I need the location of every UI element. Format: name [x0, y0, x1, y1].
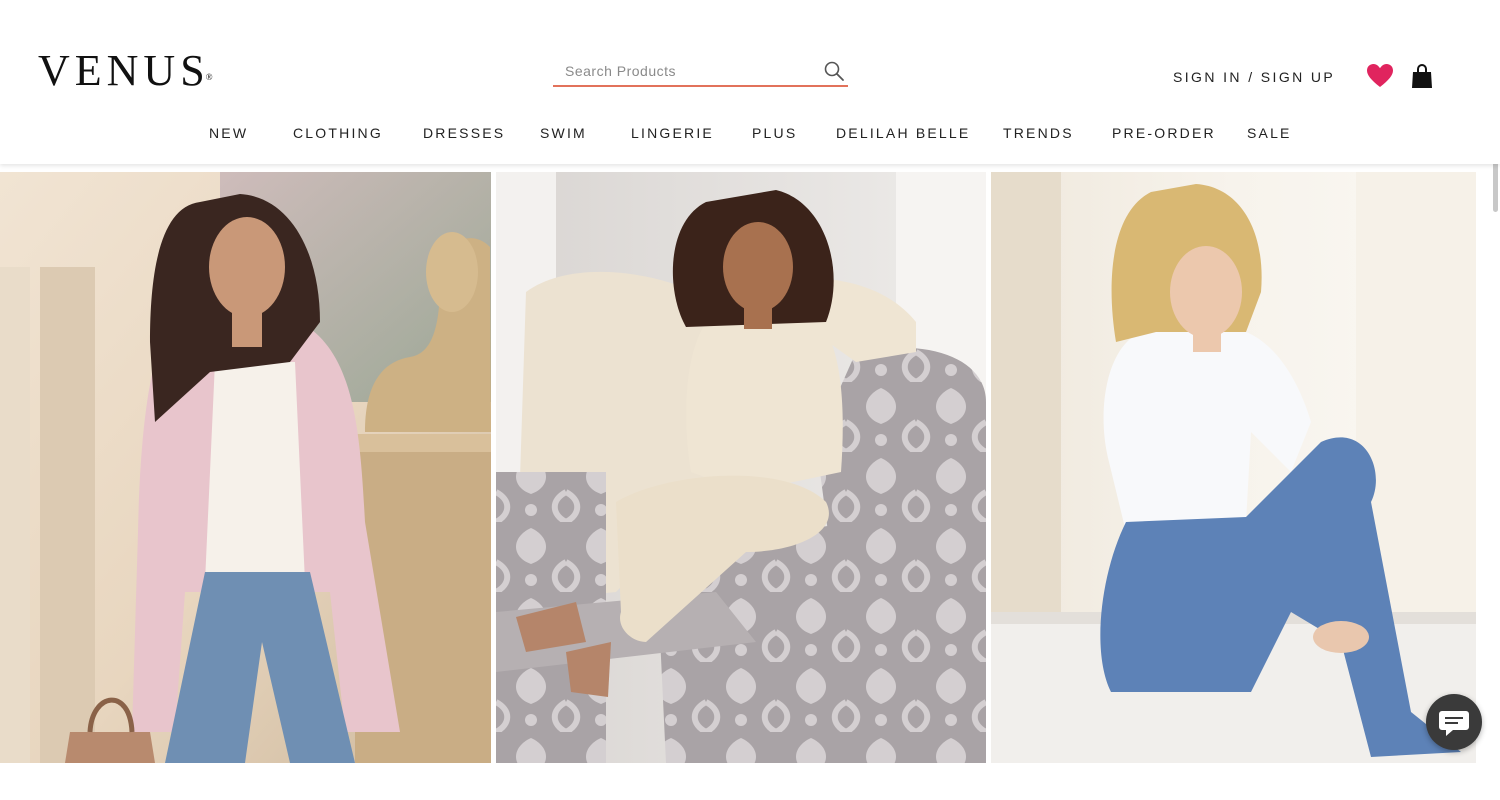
venus-logo[interactable]: VENUS® [38, 46, 217, 96]
banner-image-pink-coat [0, 172, 491, 763]
chat-button[interactable] [1426, 694, 1482, 750]
banner-white-shirt[interactable] [991, 172, 1476, 763]
heart-icon[interactable] [1366, 63, 1394, 89]
logo-text: VENUS [38, 46, 210, 95]
nav-item-swim[interactable]: SWIM [540, 125, 587, 141]
banner-pink-coat[interactable] [0, 172, 491, 763]
nav-item-sale[interactable]: SALE [1247, 125, 1292, 141]
nav-item-pre-order[interactable]: PRE-ORDER [1112, 125, 1216, 141]
shopping-bag-icon[interactable] [1411, 63, 1433, 89]
sign-in-link[interactable]: SIGN IN / SIGN UP [1173, 69, 1335, 85]
chat-bubble-icon [1439, 711, 1469, 736]
banner-cream-knit[interactable] [496, 172, 986, 763]
search-input[interactable] [553, 60, 813, 82]
nav-item-clothing[interactable]: CLOTHING [293, 125, 383, 141]
nav-item-plus[interactable]: PLUS [752, 125, 797, 141]
nav-item-trends[interactable]: TRENDS [1003, 125, 1074, 141]
nav-item-dresses[interactable]: DRESSES [423, 125, 505, 141]
nav-item-lingerie[interactable]: LINGERIE [631, 125, 714, 141]
site-header: VENUS® SIGN IN / SIGN UP NEW CLOTHING DR… [0, 0, 1500, 164]
nav-item-new[interactable]: NEW [209, 125, 248, 141]
search-icon[interactable] [823, 60, 845, 82]
nav-item-delilah-belle[interactable]: DELILAH BELLE [836, 125, 970, 141]
search-bar [553, 56, 848, 87]
banner-image-cream-knit [496, 172, 986, 763]
trademark-symbol: ® [205, 72, 213, 82]
main-nav: NEW CLOTHING DRESSES SWIM LINGERIE PLUS … [0, 125, 1500, 147]
banner-image-white-shirt [991, 172, 1476, 763]
